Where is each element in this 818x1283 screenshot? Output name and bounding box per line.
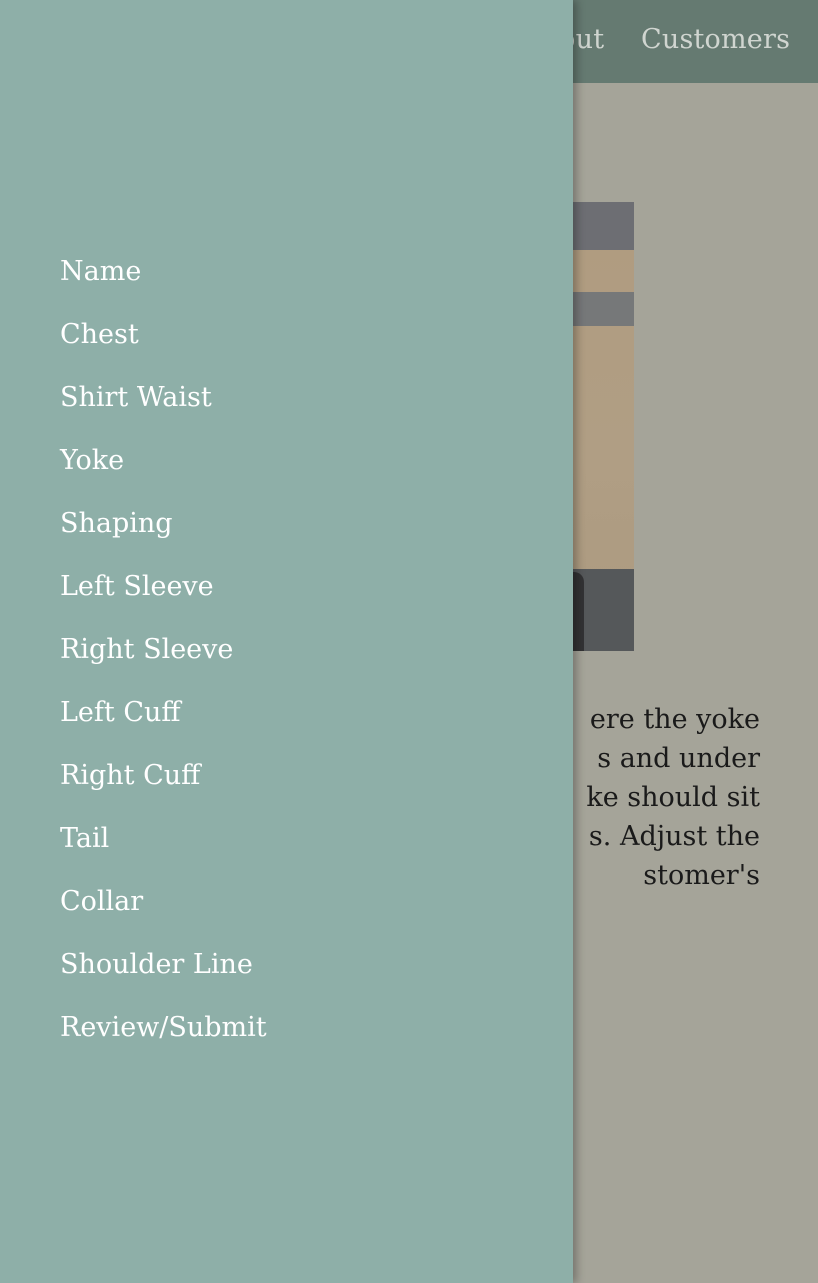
drawer-menu-list: Name Chest Shirt Waist Yoke Shaping Left… [60, 253, 267, 1072]
drawer-item-shoulder-line[interactable]: Shoulder Line [60, 946, 267, 1009]
drawer-item-name[interactable]: Name [60, 253, 267, 316]
side-drawer-menu: Name Chest Shirt Waist Yoke Shaping Left… [0, 0, 573, 1283]
nav-link-customers[interactable]: Customers [641, 24, 790, 55]
drawer-item-tail[interactable]: Tail [60, 820, 267, 883]
drawer-item-right-cuff[interactable]: Right Cuff [60, 757, 267, 820]
drawer-item-yoke[interactable]: Yoke [60, 442, 267, 505]
drawer-item-chest[interactable]: Chest [60, 316, 267, 379]
drawer-item-left-sleeve[interactable]: Left Sleeve [60, 568, 267, 631]
drawer-item-review-submit[interactable]: Review/Submit [60, 1009, 267, 1072]
app-page: About Customers ere the yoke s and under… [0, 0, 818, 1283]
drawer-item-left-cuff[interactable]: Left Cuff [60, 694, 267, 757]
drawer-item-collar[interactable]: Collar [60, 883, 267, 946]
drawer-item-shaping[interactable]: Shaping [60, 505, 267, 568]
drawer-item-right-sleeve[interactable]: Right Sleeve [60, 631, 267, 694]
drawer-item-shirt-waist[interactable]: Shirt Waist [60, 379, 267, 442]
